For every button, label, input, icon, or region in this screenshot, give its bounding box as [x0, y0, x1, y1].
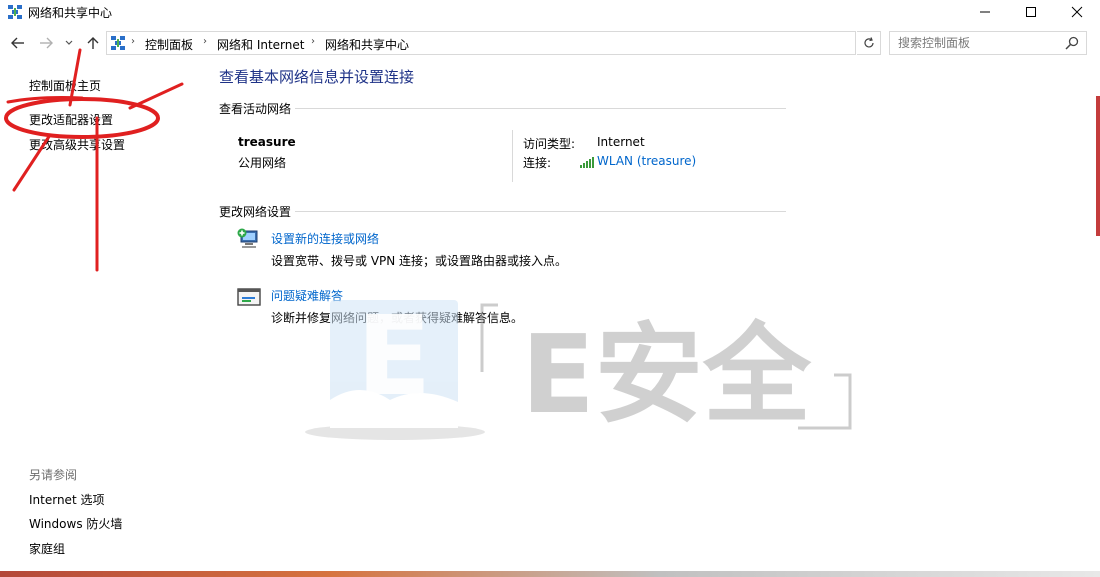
title-bar: 网络和共享中心	[0, 0, 1100, 24]
main-content: 查看基本网络信息并设置连接 查看活动网络 treasure 公用网络 访问类型:…	[200, 60, 1100, 577]
edge-highlight	[1096, 96, 1100, 236]
new-connection-icon	[237, 228, 258, 248]
taskbar-strip	[0, 571, 1100, 577]
setup-new-connection-desc: 设置宽带、拨号或 VPN 连接；或设置路由器或接入点。	[271, 254, 568, 268]
chevron-right-icon[interactable]: ›	[203, 36, 207, 47]
forward-button[interactable]	[37, 33, 55, 53]
network-category-link[interactable]: 公用网络	[238, 154, 286, 171]
active-networks-header: 查看活动网络	[219, 102, 292, 116]
access-type-label: 访问类型:	[523, 137, 576, 151]
search-icon[interactable]	[1064, 35, 1080, 51]
divider	[512, 130, 513, 182]
control-panel-home-link[interactable]: 控制面板主页	[29, 77, 101, 94]
left-task-pane: 控制面板主页 更改适配器设置 更改高级共享设置 另请参阅 Internet 选项…	[0, 60, 200, 577]
back-button[interactable]	[9, 33, 27, 53]
breadcrumb-network-internet[interactable]: 网络和 Internet	[217, 36, 304, 53]
change-adapter-settings-link[interactable]: 更改适配器设置	[29, 111, 113, 128]
search-input[interactable]	[898, 35, 1058, 51]
divider	[295, 108, 786, 109]
breadcrumb-control-panel[interactable]: 控制面板	[145, 36, 193, 53]
network-center-icon	[111, 36, 125, 50]
wifi-signal-icon	[580, 157, 594, 168]
change-network-settings-header: 更改网络设置	[219, 205, 292, 219]
see-also-label: 另请参阅	[29, 468, 78, 482]
maximize-button[interactable]	[1008, 0, 1054, 24]
chevron-right-icon: ›	[131, 36, 135, 47]
chevron-down-icon	[65, 40, 73, 45]
troubleshoot-icon	[237, 288, 261, 306]
up-button[interactable]	[84, 33, 102, 53]
window-title: 网络和共享中心	[28, 6, 113, 20]
back-arrow-icon	[11, 37, 24, 49]
recent-locations-button[interactable]	[62, 33, 76, 53]
wlan-connection-link[interactable]: WLAN (treasure)	[597, 154, 696, 168]
address-bar[interactable]: › 控制面板 › 网络和 Internet › 网络和共享中心	[106, 31, 956, 55]
refresh-icon	[863, 37, 874, 48]
access-type-value: Internet	[597, 135, 645, 149]
windows-firewall-link[interactable]: Windows 防火墙	[29, 515, 122, 532]
network-name: treasure	[238, 135, 296, 149]
refresh-button[interactable]	[857, 31, 881, 55]
network-center-icon	[8, 5, 22, 19]
homegroup-link[interactable]: 家庭组	[29, 540, 65, 557]
connection-label: 连接:	[523, 156, 552, 170]
troubleshoot-desc: 诊断并修复网络问题，或者获得疑难解答信息。	[271, 311, 524, 325]
chevron-right-icon[interactable]: ›	[311, 36, 315, 47]
close-button[interactable]	[1054, 0, 1100, 24]
setup-new-connection-link[interactable]: 设置新的连接或网络	[271, 230, 379, 247]
minimize-button[interactable]	[962, 0, 1008, 24]
up-arrow-icon	[87, 37, 99, 49]
minimize-icon	[980, 11, 990, 13]
maximize-icon	[1026, 7, 1036, 17]
change-advanced-sharing-link[interactable]: 更改高级共享设置	[29, 136, 125, 153]
page-title: 查看基本网络信息并设置连接	[219, 68, 415, 86]
internet-options-link[interactable]: Internet 选项	[29, 491, 104, 508]
forward-arrow-icon	[40, 37, 53, 49]
troubleshoot-link[interactable]: 问题疑难解答	[271, 287, 343, 304]
search-box[interactable]	[889, 31, 1087, 55]
divider	[295, 211, 786, 212]
breadcrumb-network-sharing-center[interactable]: 网络和共享中心	[325, 36, 409, 53]
address-row: › 控制面板 › 网络和 Internet › 网络和共享中心	[0, 30, 1100, 56]
close-icon	[1071, 6, 1083, 18]
